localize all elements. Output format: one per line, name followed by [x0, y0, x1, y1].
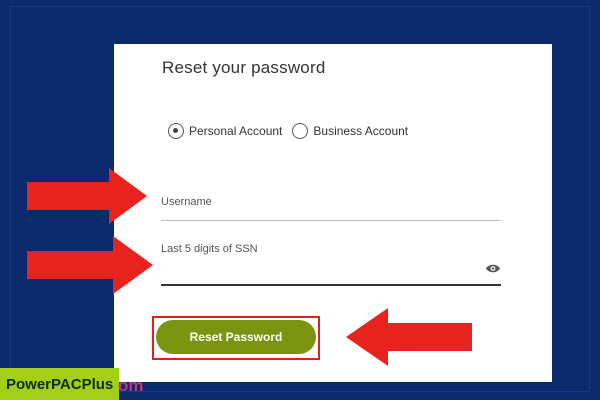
reset-password-button[interactable]: Reset Password [156, 320, 316, 354]
ssn-field[interactable]: Last 5 digits of SSN [161, 243, 258, 255]
business-account-label[interactable]: Business Account [313, 124, 408, 138]
reset-password-card: Reset your password Personal Account Bus… [114, 44, 552, 382]
red-arrow-icon [346, 308, 472, 366]
red-arrow-icon [27, 236, 153, 294]
page-title: Reset your password [162, 58, 326, 77]
brand-suffix: om [118, 376, 144, 395]
red-arrow-icon [27, 168, 147, 224]
account-type-group: Personal Account Business Account [168, 123, 418, 139]
brand-badge: PowerPACPlus [0, 368, 120, 400]
ssn-underline [161, 284, 501, 286]
eye-icon[interactable] [485, 263, 501, 274]
username-field[interactable]: Username [161, 196, 212, 208]
username-underline [161, 220, 501, 221]
personal-account-label[interactable]: Personal Account [189, 124, 282, 138]
personal-account-radio[interactable] [168, 123, 184, 139]
business-account-radio[interactable] [292, 123, 309, 139]
